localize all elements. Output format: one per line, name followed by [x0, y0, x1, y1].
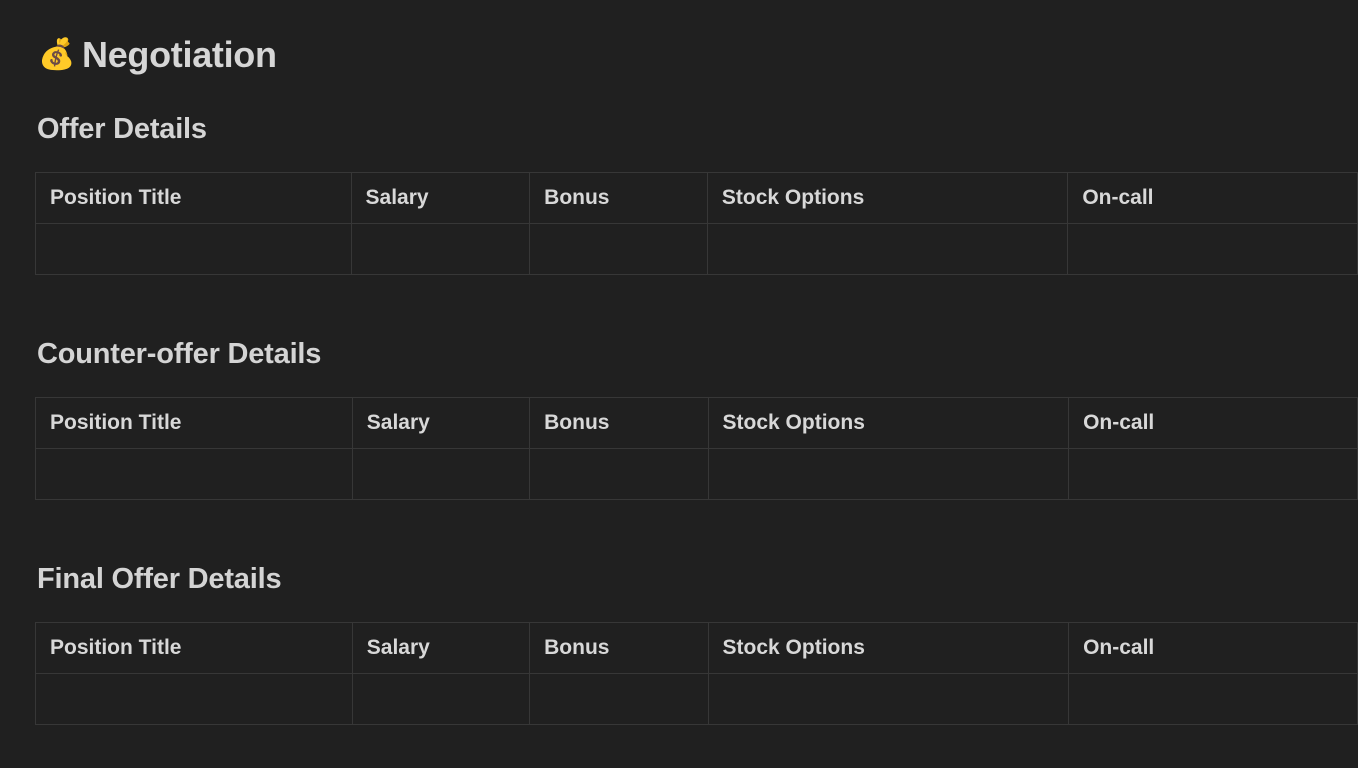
column-header[interactable]: Position Title [35, 172, 352, 224]
column-header[interactable]: Stock Options [706, 172, 1069, 224]
column-header[interactable]: On-call [1068, 397, 1358, 449]
table-header-row: Position Title Salary Bonus Stock Option… [35, 397, 1358, 449]
column-header[interactable]: Salary [350, 172, 531, 224]
table-cell[interactable] [529, 448, 709, 500]
table-cell[interactable] [707, 448, 1070, 500]
section-heading-counter-offer: Counter-offer Details [37, 338, 322, 370]
table-cell[interactable] [1068, 673, 1358, 725]
column-header[interactable]: Bonus [529, 397, 709, 449]
table-cell[interactable] [35, 673, 353, 725]
section-heading-final-offer: Final Offer Details [37, 563, 282, 595]
table-cell[interactable] [1068, 448, 1358, 500]
table-cell[interactable] [35, 223, 352, 275]
table-cell[interactable] [351, 673, 531, 725]
page-title: 💰 Negotiation [38, 30, 277, 80]
table-cell[interactable] [351, 448, 531, 500]
section-heading-offer: Offer Details [37, 113, 207, 145]
column-header[interactable]: On-call [1068, 622, 1358, 674]
page-title-text[interactable]: Negotiation [82, 34, 277, 76]
column-header[interactable]: Position Title [35, 397, 353, 449]
table-row [35, 223, 1358, 275]
table-cell[interactable] [529, 673, 709, 725]
table-cell[interactable] [529, 223, 708, 275]
table-cell[interactable] [706, 223, 1069, 275]
column-header[interactable]: Salary [351, 397, 531, 449]
column-header[interactable]: Stock Options [707, 622, 1070, 674]
table-header-row: Position Title Salary Bonus Stock Option… [35, 622, 1358, 674]
table-cell[interactable] [707, 673, 1070, 725]
table-cell[interactable] [1067, 223, 1358, 275]
money-bag-icon[interactable]: 💰 [38, 40, 75, 70]
table-row [35, 448, 1358, 500]
table-cell[interactable] [350, 223, 531, 275]
column-header[interactable]: Stock Options [707, 397, 1070, 449]
column-header[interactable]: Bonus [529, 622, 709, 674]
column-header[interactable]: Position Title [35, 622, 353, 674]
offer-details-table: Position Title Salary Bonus Stock Option… [35, 172, 1358, 275]
final-offer-details-table: Position Title Salary Bonus Stock Option… [35, 622, 1358, 725]
column-header[interactable]: On-call [1067, 172, 1358, 224]
column-header[interactable]: Salary [351, 622, 531, 674]
counter-offer-details-table: Position Title Salary Bonus Stock Option… [35, 397, 1358, 500]
column-header[interactable]: Bonus [529, 172, 708, 224]
table-header-row: Position Title Salary Bonus Stock Option… [35, 172, 1358, 224]
table-cell[interactable] [35, 448, 353, 500]
table-row [35, 673, 1358, 725]
